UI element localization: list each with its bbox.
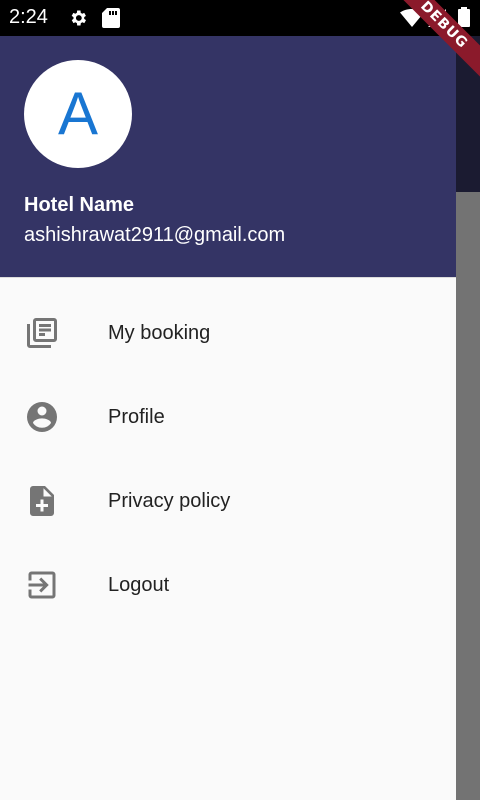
- drawer-header: A Hotel Name ashishrawat2911@gmail.com: [0, 0, 456, 278]
- menu-item-logout[interactable]: Logout: [0, 543, 456, 627]
- status-time: 2:24: [9, 6, 48, 28]
- navigation-drawer: A Hotel Name ashishrawat2911@gmail.com M…: [0, 0, 456, 800]
- menu-item-label: Profile: [108, 406, 165, 428]
- note-add-icon: [24, 483, 60, 519]
- menu-item-profile[interactable]: Profile: [0, 375, 456, 459]
- menu-item-my-booking[interactable]: My booking: [0, 291, 456, 375]
- menu-item-privacy-policy[interactable]: Privacy policy: [0, 459, 456, 543]
- sd-card-icon: [102, 8, 120, 33]
- menu-item-label: Logout: [108, 574, 170, 596]
- account-email: ashishrawat2911@gmail.com: [24, 224, 286, 246]
- exit-to-app-icon: [24, 567, 60, 603]
- account-name: Hotel Name: [24, 194, 135, 216]
- account-circle-icon: [24, 399, 60, 435]
- library-books-icon: [24, 315, 60, 351]
- menu-item-label: Privacy policy: [108, 490, 231, 512]
- settings-icon: [68, 8, 88, 33]
- menu-item-label: My booking: [108, 322, 211, 344]
- avatar[interactable]: A: [24, 60, 132, 168]
- drawer-menu: My booking Profile Privacy policy Logout: [0, 291, 456, 627]
